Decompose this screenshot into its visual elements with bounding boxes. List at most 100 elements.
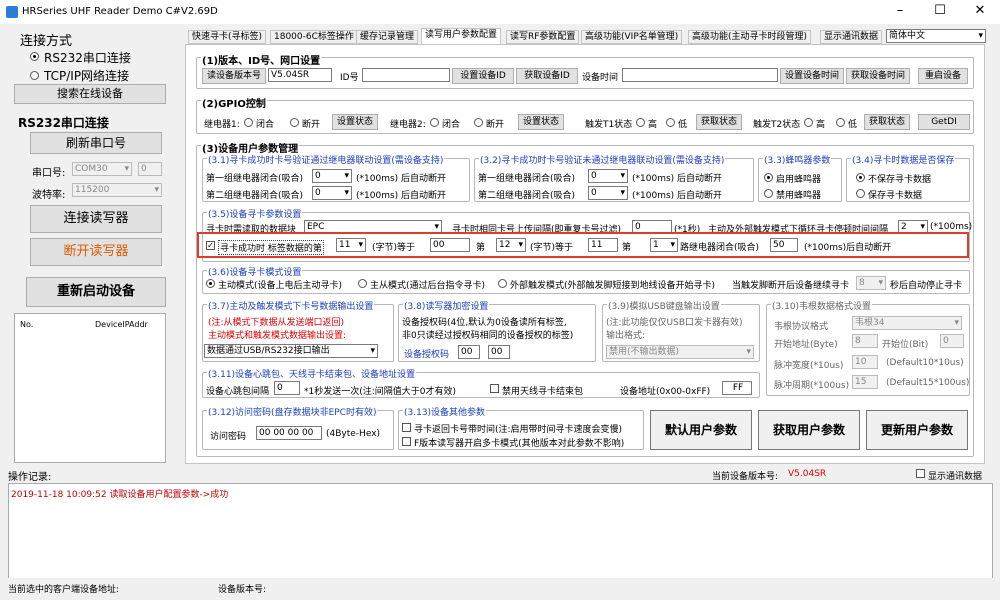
device-time-input[interactable] bbox=[622, 68, 778, 82]
baud-select[interactable]: 115200 bbox=[72, 183, 162, 197]
byte-value-1-input[interactable]: 00 bbox=[430, 238, 470, 252]
pulse-period-input[interactable]: 15 bbox=[852, 375, 878, 389]
return-time-checkbox[interactable] bbox=[402, 423, 411, 432]
tab-timeslot[interactable]: 高级功能(主动寻卡时段管理) bbox=[688, 30, 812, 44]
no-save-label: 不保存寻卡数据 bbox=[868, 175, 932, 185]
mode-active-radio[interactable] bbox=[206, 279, 215, 288]
update-params-button[interactable]: 更新用户参数 bbox=[866, 410, 968, 450]
auth-code-2-input[interactable]: 00 bbox=[488, 345, 510, 359]
return-time-label: 寻卡返回卡号带时间(注:启用带时间寻卡速度会变慢) bbox=[414, 425, 623, 435]
buzzer-off-radio[interactable] bbox=[764, 189, 773, 198]
set-id-button[interactable]: 设置设备ID bbox=[452, 68, 514, 84]
connect-button[interactable]: 连接读写器 bbox=[30, 205, 162, 233]
relay-route-select[interactable]: 1 bbox=[650, 238, 678, 252]
relay2-open-radio[interactable] bbox=[474, 118, 483, 127]
relay1-open-label: 断开 bbox=[302, 120, 321, 130]
access-pwd-input[interactable]: 00 00 00 00 bbox=[256, 426, 322, 440]
app-icon bbox=[6, 6, 18, 18]
relay2-close-radio[interactable] bbox=[430, 118, 439, 127]
tab-quick-scan[interactable]: 快速寻卡(寻标签) bbox=[188, 30, 267, 44]
byte-index-select[interactable]: 11 bbox=[336, 238, 366, 252]
trig2-get-button[interactable]: 获取状态 bbox=[864, 114, 910, 130]
trig1-low-radio[interactable] bbox=[666, 118, 675, 127]
tab-comm-data[interactable]: 显示通讯数据 bbox=[820, 30, 883, 44]
port-number-spin[interactable]: 0 bbox=[138, 162, 162, 176]
byte-index-2-select[interactable]: 12 bbox=[496, 238, 526, 252]
auth-code-1-input[interactable]: 00 bbox=[458, 345, 480, 359]
multi-card-checkbox[interactable] bbox=[402, 437, 411, 446]
device-list[interactable]: No. DeviceIPAddr bbox=[14, 313, 166, 463]
tag-match-checkbox[interactable]: ✓ bbox=[206, 241, 215, 250]
disable-ant-end-checkbox[interactable] bbox=[490, 384, 499, 393]
relay1-set-button[interactable]: 设置状态 bbox=[332, 114, 378, 130]
buzzer-off-label: 禁用蜂鸣器 bbox=[776, 191, 822, 201]
disconnect-button[interactable]: 断开读写器 bbox=[30, 238, 162, 266]
title-bar: HRSeries UHF Reader Demo C#V2.69D – ☐ ✕ bbox=[0, 0, 1000, 24]
wiegand-proto-select[interactable]: 韦根34 bbox=[852, 316, 962, 330]
relay2-label: 继电器2: bbox=[390, 120, 426, 130]
pulse-width-input[interactable]: 10 bbox=[852, 355, 878, 369]
read-version-button[interactable]: 读设备版本号 bbox=[202, 68, 266, 84]
s32-row2-select[interactable]: 0 bbox=[588, 186, 628, 200]
baud-label: 波特率: bbox=[32, 190, 66, 201]
show-comm-label: 显示通讯数据 bbox=[928, 472, 983, 482]
device-addr-input[interactable]: FF bbox=[722, 381, 752, 395]
s31-row1-select[interactable]: 0 bbox=[312, 169, 352, 183]
byte-value-2-input[interactable]: 11 bbox=[588, 238, 618, 252]
output-mode-select[interactable]: 数据通过USB/RS232接口输出 bbox=[204, 344, 378, 358]
language-select[interactable]: 简体中文 bbox=[886, 29, 986, 43]
start-addr-input[interactable]: 8 bbox=[852, 334, 878, 348]
tab-18000-6c[interactable]: 18000-6C标签操作 bbox=[270, 30, 358, 44]
operation-log[interactable]: 2019-11-18 10:09:52 读取设备用户配置参数->成功 bbox=[8, 483, 993, 580]
close-button[interactable]: ✕ bbox=[960, 0, 1000, 22]
mode-master-slave-radio[interactable] bbox=[358, 279, 367, 288]
default-params-button[interactable]: 默认用户参数 bbox=[650, 410, 752, 450]
port-select[interactable]: COM30 bbox=[72, 162, 132, 176]
tag-match-label: 寻卡成功时 标签数据的第 bbox=[218, 240, 324, 255]
search-devices-button[interactable]: 搜索在线设备 bbox=[14, 84, 166, 104]
trig2-high-radio[interactable] bbox=[804, 118, 813, 127]
maximize-button[interactable]: ☐ bbox=[920, 0, 960, 22]
trig1-high-radio[interactable] bbox=[636, 118, 645, 127]
reboot-button[interactable]: 重启设备 bbox=[918, 68, 968, 84]
get-time-button[interactable]: 获取设备时间 bbox=[846, 68, 910, 84]
minimize-button[interactable]: – bbox=[880, 0, 920, 22]
s31-row2-select[interactable]: 0 bbox=[312, 186, 352, 200]
s32-row1-select[interactable]: 0 bbox=[588, 169, 628, 183]
tab-rf-params[interactable]: 读写RF参数配置 bbox=[506, 30, 580, 44]
s36-title: (3.6)设备寻卡模式设置 bbox=[207, 265, 303, 278]
trig2-label: 触发T2状态 bbox=[753, 120, 801, 130]
relay2-set-button[interactable]: 设置状态 bbox=[518, 114, 564, 130]
mode-master-slave-label: 主从模式(通过后台指令寻卡) bbox=[370, 281, 486, 291]
start-bit-label: 开始位(Bit) bbox=[882, 340, 929, 350]
tab-cache[interactable]: 缓存记录管理 bbox=[356, 30, 419, 44]
restart-device-button[interactable]: 重新启动设备 bbox=[26, 277, 166, 307]
trig1-get-button[interactable]: 获取状态 bbox=[696, 114, 742, 130]
stop-seconds-select[interactable]: 8 bbox=[856, 276, 886, 290]
no-save-radio[interactable] bbox=[856, 173, 865, 182]
get-id-button[interactable]: 获取设备ID bbox=[516, 68, 578, 84]
tcp-radio[interactable] bbox=[30, 71, 39, 80]
tab-vip[interactable]: 高级功能(VIP名单管理) bbox=[581, 30, 683, 44]
show-comm-checkbox[interactable] bbox=[916, 469, 925, 478]
trig1-high-label: 高 bbox=[648, 120, 658, 130]
get-params-button[interactable]: 获取用户参数 bbox=[758, 410, 860, 450]
trig2-low-label: 低 bbox=[848, 120, 858, 130]
start-bit-input[interactable]: 0 bbox=[940, 334, 964, 348]
bytes-equals-label-1: (字节)等于 bbox=[372, 243, 416, 253]
trig2-low-radio[interactable] bbox=[836, 118, 845, 127]
group2-title: (2)GPIO控制 bbox=[201, 95, 267, 110]
rs232-radio[interactable] bbox=[30, 52, 39, 61]
id-input[interactable] bbox=[362, 68, 450, 82]
relay1-close-radio[interactable] bbox=[244, 118, 253, 127]
set-time-button[interactable]: 设置设备时间 bbox=[780, 68, 844, 84]
relay-time-input[interactable]: 50 bbox=[770, 238, 798, 252]
getdi-button[interactable]: GetDI bbox=[918, 114, 970, 130]
save-radio[interactable] bbox=[856, 189, 865, 198]
heartbeat-input[interactable]: 0 bbox=[274, 381, 300, 395]
usb-keyboard-format-select[interactable]: 禁用(不输出数据) bbox=[606, 345, 754, 359]
refresh-port-button[interactable]: 刷新串口号 bbox=[30, 132, 162, 154]
buzzer-on-radio[interactable] bbox=[764, 173, 773, 182]
relay1-open-radio[interactable] bbox=[290, 118, 299, 127]
mode-trigger-radio[interactable] bbox=[498, 279, 507, 288]
